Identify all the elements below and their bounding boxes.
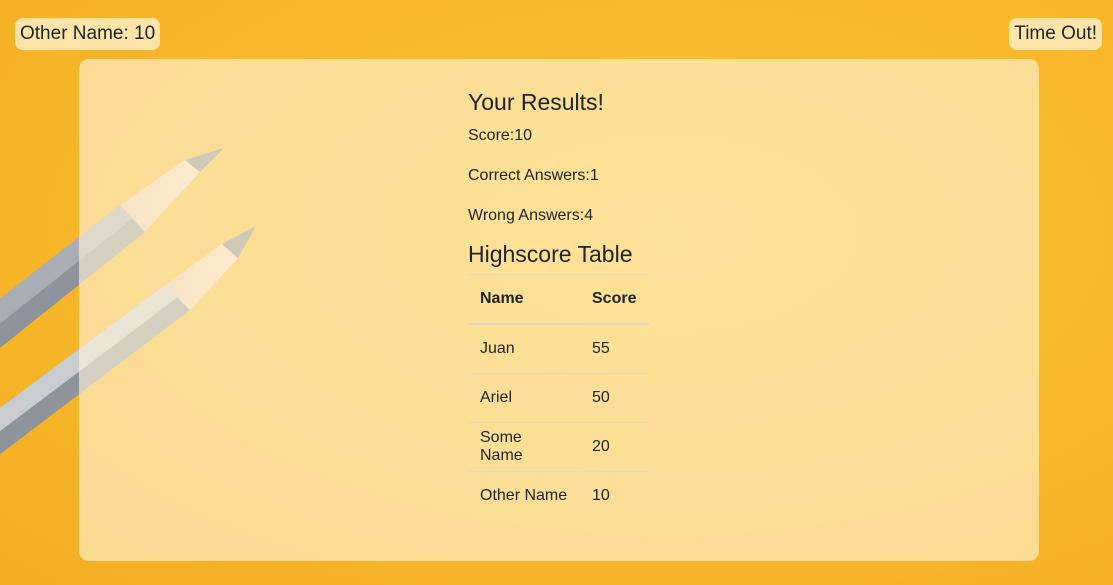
timer-status-badge: Time Out! <box>1009 18 1102 50</box>
player-score-cell: 20 <box>580 422 649 472</box>
results-panel: Your Results! Score:10 Correct Answers:1… <box>468 86 768 520</box>
column-header-name: Name <box>468 274 580 325</box>
player-score-cell: 55 <box>580 323 649 374</box>
highscore-table: Name Score Juan 55 Ariel 50 Some Name 20… <box>468 274 649 520</box>
highscore-title: Highscore Table <box>468 241 633 267</box>
table-row: Some Name 20 <box>468 422 649 472</box>
highscore-header-row: Name Score <box>468 274 649 325</box>
player-score-cell: 50 <box>580 373 649 423</box>
column-header-score: Score <box>580 274 649 325</box>
results-title: Your Results! <box>468 89 604 115</box>
table-row: Juan 55 <box>468 323 649 374</box>
player-name-cell: Juan <box>468 323 580 374</box>
wrong-answers-line: Wrong Answers:4 <box>468 207 594 224</box>
player-name-cell: Other Name <box>468 471 580 520</box>
player-score-badge: Other Name: 10 <box>15 18 161 50</box>
player-name-cell: Ariel <box>468 373 580 423</box>
correct-answers-line: Correct Answers:1 <box>468 167 599 184</box>
table-row: Other Name 10 <box>468 471 649 520</box>
table-row: Ariel 50 <box>468 373 649 423</box>
score-line: Score:10 <box>468 127 533 144</box>
player-score-cell: 10 <box>580 471 649 520</box>
player-name-cell: Some Name <box>468 422 580 472</box>
